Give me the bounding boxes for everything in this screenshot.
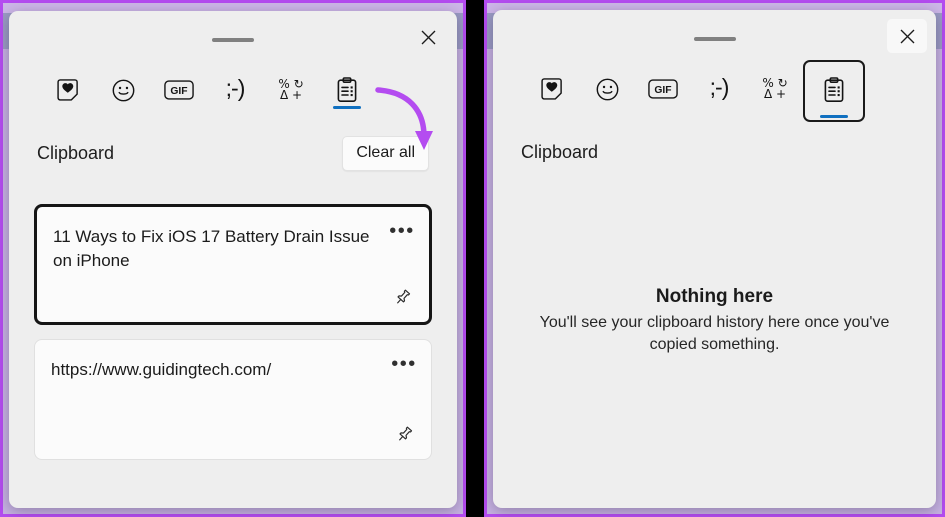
symbols-glyph-bottom: Δ + [763,87,787,101]
tab-indicator [53,106,81,109]
gif-icon: GIF [648,73,678,105]
tabstrip: GIF ;-) % ↻ Δ + [39,67,427,117]
svg-text:GIF: GIF [170,86,187,97]
clipboard-item-more-button[interactable]: ••• [389,354,419,380]
tab-indicator [277,106,305,109]
empty-state-title: Nothing here [655,286,774,307]
tab-indicator [593,105,621,108]
tab-gif[interactable]: GIF [635,66,691,116]
drag-handle[interactable] [693,37,736,41]
tab-indicator [165,106,193,109]
kaomoji-icon: ;-) [709,73,730,105]
tabstrip: GIF ;-) % ↻ Δ + [523,60,906,122]
clipboard-icon [335,74,359,106]
clear-all-button[interactable]: Clear all [342,135,429,171]
tab-indicator [333,106,361,109]
smiley-face-icon [111,74,136,106]
tab-indicator [537,105,565,108]
tab-clipboard[interactable] [319,67,375,117]
tab-symbols[interactable]: % ↻ Δ + [263,67,319,117]
tab-stickers[interactable] [39,67,95,117]
close-button[interactable] [408,20,448,54]
tab-indicator [761,105,789,108]
kaomoji-glyph: ;-) [225,75,246,101]
gif-icon: GIF [164,74,194,106]
tab-indicator [649,105,677,108]
clipboard-item-text: 11 Ways to Fix iOS 17 Battery Drain Issu… [53,227,370,271]
tab-gif[interactable]: GIF [151,67,207,117]
tab-indicator [705,105,733,108]
clipboard-icon [822,74,846,106]
clipboard-flyout-left: GIF ;-) % ↻ Δ + Clipboard Clear all 11 W… [9,11,457,508]
tab-clipboard[interactable] [803,60,865,122]
clipboard-item-text: https://www.guidingtech.com/ [51,360,272,379]
tab-kaomoji[interactable]: ;-) [207,67,263,117]
clipboard-item-pin-button[interactable] [387,282,417,312]
kaomoji-icon: ;-) [225,74,246,106]
close-button[interactable] [887,19,927,53]
symbols-icon: % ↻ Δ + [278,74,303,106]
tab-emoji[interactable] [579,66,635,116]
clipboard-flyout-right: GIF ;-) % ↻ Δ + Clipboard Nothing here Y… [493,10,936,508]
section-header: Clipboard [521,132,908,172]
tab-indicator [109,106,137,109]
tab-indicator [221,106,249,109]
sticker-heart-icon [539,73,564,105]
symbols-glyph: % ↻ Δ + [278,78,303,102]
clipboard-history-list: 11 Ways to Fix iOS 17 Battery Drain Issu… [34,204,432,474]
empty-state-subtitle: You'll see your clipboard history here o… [539,314,890,353]
svg-text:GIF: GIF [654,85,671,96]
page-title: Clipboard [37,142,115,163]
drag-handle[interactable] [212,38,254,42]
tab-indicator [820,115,848,118]
empty-state: Nothing here You'll see your clipboard h… [517,286,912,355]
clipboard-item[interactable]: https://www.guidingtech.com/ ••• [34,339,432,460]
symbols-glyph: % ↻ Δ + [762,77,787,101]
smiley-face-icon [595,73,620,105]
section-header: Clipboard Clear all [37,133,429,173]
page-title: Clipboard [521,141,599,162]
clipboard-item-pin-button[interactable] [389,419,419,449]
close-icon [421,30,435,44]
sticker-heart-icon [55,74,80,106]
clipboard-item-more-button[interactable]: ••• [387,221,417,247]
symbols-glyph-bottom: Δ + [279,88,303,102]
symbols-icon: % ↻ Δ + [762,73,787,105]
left-annotated-frame: GIF ;-) % ↻ Δ + Clipboard Clear all 11 W… [0,0,466,517]
tab-stickers[interactable] [523,66,579,116]
right-annotated-frame: GIF ;-) % ↻ Δ + Clipboard Nothing here Y… [484,0,945,517]
screenshot-root: GIF ;-) % ↻ Δ + Clipboard Clear all 11 W… [0,0,945,517]
pin-icon [396,289,410,303]
pin-icon [398,426,412,440]
clipboard-item[interactable]: 11 Ways to Fix iOS 17 Battery Drain Issu… [34,204,432,325]
tab-emoji[interactable] [95,67,151,117]
tab-symbols[interactable]: % ↻ Δ + [747,66,803,116]
tab-kaomoji[interactable]: ;-) [691,66,747,116]
close-icon [900,29,914,43]
kaomoji-glyph: ;-) [709,74,730,100]
